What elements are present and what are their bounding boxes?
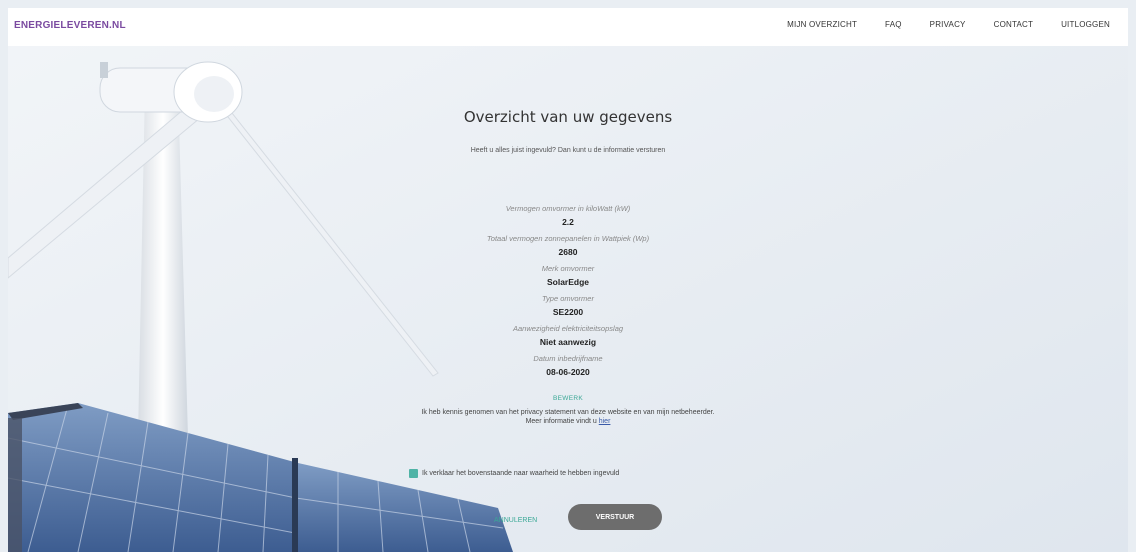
field-value: 2680	[558, 247, 578, 257]
confirm-checkbox-row[interactable]: Ik verklaar het bovenstaande naar waarhe…	[409, 469, 619, 478]
field-label: Vermogen omvormer in kiloWatt (kW)	[505, 204, 631, 213]
field-value: 08-06-2020	[546, 367, 590, 377]
confirm-checkbox-label[interactable]: Ik verklaar het bovenstaande naar waarhe…	[422, 470, 619, 477]
privacy-text: Ik heb kennis genomen van het privacy st…	[421, 409, 715, 425]
field-commission-date: Datum inbedrijfname 08-06-2020	[398, 352, 738, 382]
privacy-statement: Ik heb kennis genomen van het privacy st…	[413, 408, 723, 426]
field-label: Type omvormer	[542, 294, 594, 303]
field-inverter-type: Type omvormer SE2200	[398, 292, 738, 322]
field-inverter-power: Vermogen omvormer in kiloWatt (kW) 2.2	[398, 202, 738, 232]
main-nav: MIJN OVERZICHT FAQ PRIVACY CONTACT UITLO…	[787, 20, 1110, 29]
field-inverter-brand: Merk omvormer SolarEdge	[398, 262, 738, 292]
confirm-checkbox[interactable]	[409, 469, 418, 478]
field-value: Niet aanwezig	[539, 337, 597, 347]
field-panel-power: Totaal vermogen zonnepanelen in Wattpiek…	[398, 232, 738, 262]
nav-contact[interactable]: CONTACT	[994, 20, 1033, 29]
data-fields: Vermogen omvormer in kiloWatt (kW) 2.2 T…	[398, 202, 738, 382]
field-value: SE2200	[552, 307, 584, 317]
page: ENERGIELEVEREN.NL MIJN OVERZICHT FAQ PRI…	[8, 8, 1128, 552]
edit-link[interactable]: BEWERK	[398, 395, 738, 402]
top-navbar: ENERGIELEVEREN.NL MIJN OVERZICHT FAQ PRI…	[8, 8, 1128, 46]
nav-faq[interactable]: FAQ	[885, 20, 902, 29]
page-subtitle: Heeft u alles juist ingevuld? Dan kunt u…	[470, 147, 666, 154]
site-logo[interactable]: ENERGIELEVEREN.NL	[14, 20, 126, 31]
field-label: Totaal vermogen zonnepanelen in Wattpiek…	[486, 234, 650, 243]
page-title: Overzicht van uw gegevens	[463, 108, 673, 126]
nav-uitloggen[interactable]: UITLOGGEN	[1061, 20, 1110, 29]
field-storage: Aanwezigheid elektriciteitsopslag Niet a…	[398, 322, 738, 352]
field-label: Datum inbedrijfname	[533, 354, 603, 363]
submit-button[interactable]: VERSTUUR	[568, 504, 662, 530]
privacy-link[interactable]: hier	[599, 418, 611, 425]
field-label: Merk omvormer	[541, 264, 595, 273]
nav-mijn-overzicht[interactable]: MIJN OVERZICHT	[787, 20, 857, 29]
field-label: Aanwezigheid elektriciteitsopslag	[512, 324, 624, 333]
field-value: SolarEdge	[546, 277, 590, 287]
field-value: 2.2	[562, 217, 574, 227]
nav-privacy[interactable]: PRIVACY	[930, 20, 966, 29]
cancel-button[interactable]: ANNULEREN	[494, 517, 537, 524]
